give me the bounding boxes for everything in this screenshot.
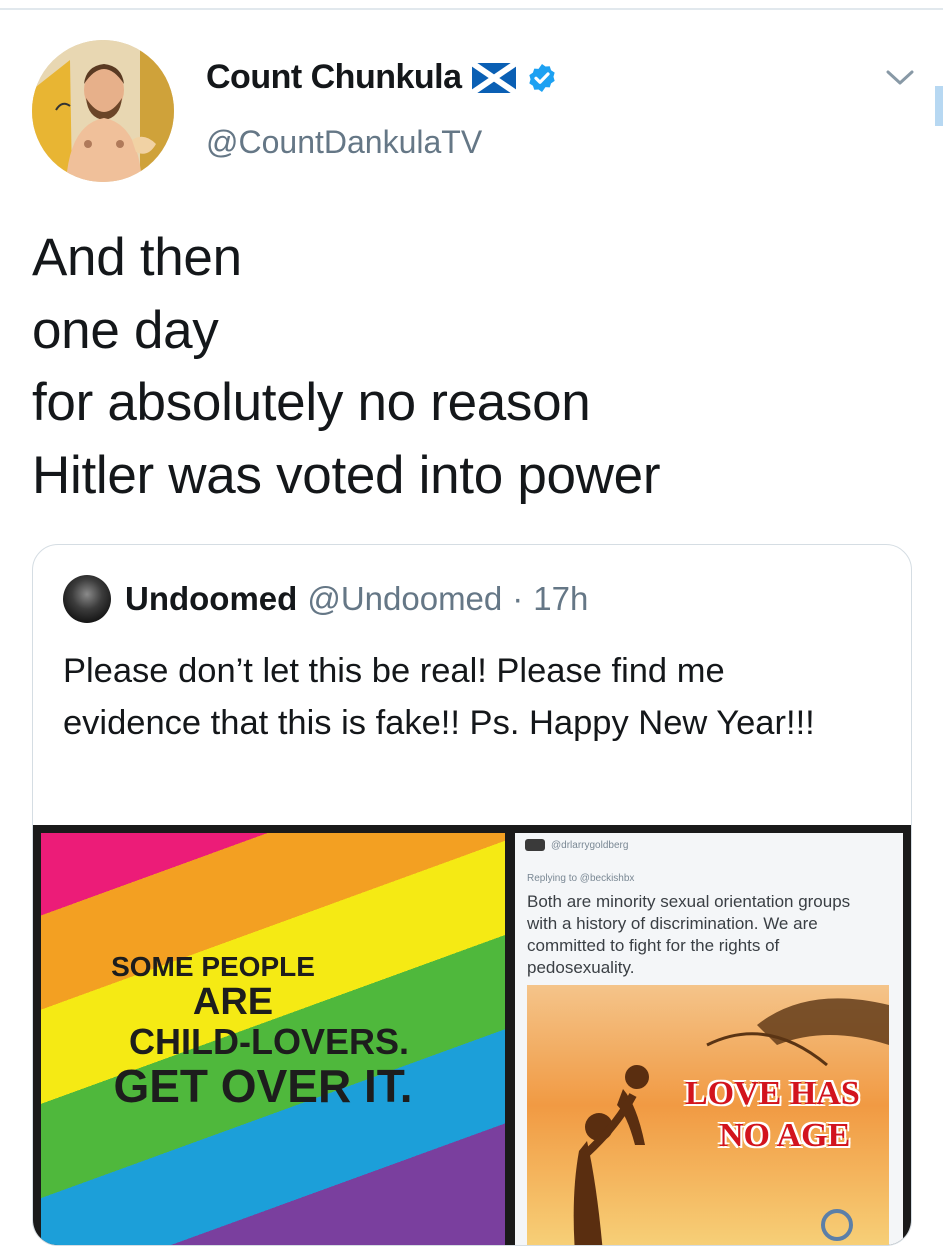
quoted-tweet-media[interactable]: SOME PEOPLE ARE CHILD-LOVERS. GET OVER I… <box>33 825 911 1245</box>
separator-dot: · <box>512 580 524 617</box>
screenshot-username: @drlarrygoldberg <box>551 839 629 851</box>
rainbow-meme-image: SOME PEOPLE ARE CHILD-LOVERS. GET OVER I… <box>41 833 505 1245</box>
scotland-flag-icon <box>471 62 516 93</box>
screenshot-replying-to: Replying to @beckishbx <box>527 873 635 884</box>
meme-line-1: SOME PEOPLE <box>111 951 315 982</box>
quoted-author-avatar[interactable] <box>63 575 111 623</box>
top-divider <box>0 8 943 10</box>
quoted-tweet[interactable]: Undoomed @Undoomed · 17h Please don’t le… <box>32 544 912 1246</box>
quoted-tweet-header: Undoomed @Undoomed · 17h <box>63 575 588 623</box>
sunset-poster-image: LOVE HAS NO AGE <box>527 985 889 1245</box>
poster-line-2: NO AGE <box>719 1117 851 1154</box>
silhouette-illustration-icon <box>573 998 889 1245</box>
quoted-author-name[interactable]: Undoomed <box>125 580 297 618</box>
quoted-author-handle[interactable]: @Undoomed <box>307 580 502 618</box>
tweet-text: And then one day for absolutely no reaso… <box>32 228 661 505</box>
meme-line-3: CHILD-LOVERS. <box>128 1021 409 1062</box>
screenshot-text: Both are minority sexual orientation gro… <box>527 892 851 977</box>
author-name-row: Count Chunkula <box>206 58 558 97</box>
verified-badge-icon <box>528 63 555 92</box>
poster-line-1: LOVE HAS <box>685 1075 860 1112</box>
avatar-illustration-icon <box>32 40 174 182</box>
tweet-screenshot-image: @drlarrygoldberg Replying to @beckishbx … <box>515 833 903 1245</box>
scrollbar[interactable] <box>935 86 943 126</box>
meme-line-2: ARE <box>192 981 274 1023</box>
screenshot-avatar <box>525 839 545 851</box>
author-handle[interactable]: @CountDankulaTV <box>206 124 482 161</box>
quoted-tweet-time[interactable]: 17h <box>533 580 588 618</box>
author-avatar[interactable] <box>32 40 174 182</box>
quoted-tweet-text: Please don’t let this be real! Please fi… <box>63 652 815 742</box>
meme-line-4: GET OVER IT. <box>113 1060 413 1112</box>
screenshot-header: @drlarrygoldberg <box>525 839 628 851</box>
chevron-down-icon[interactable] <box>880 62 920 92</box>
author-name[interactable]: Count Chunkula <box>206 58 462 97</box>
